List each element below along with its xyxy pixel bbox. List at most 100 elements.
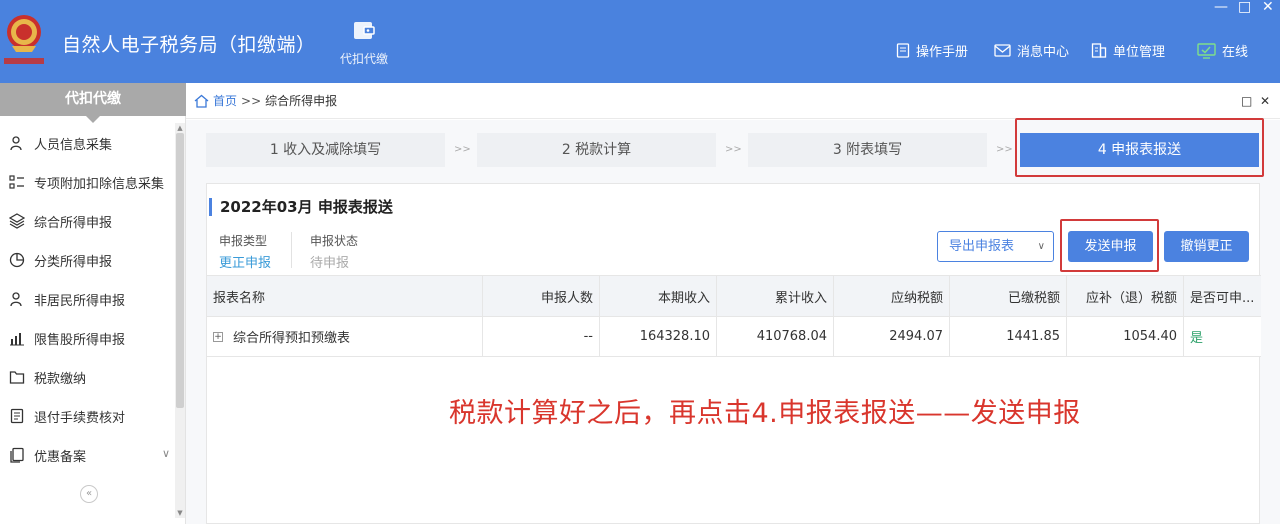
header-link-online-label: 在线 — [1222, 45, 1249, 60]
bar-chart-icon — [8, 329, 26, 347]
main-content: 1 收入及减除填写 >> 2 税款计算 >> 3 附表填写 >> 4 申报表报送… — [186, 118, 1280, 524]
minimize-button[interactable]: — — [1214, 0, 1228, 14]
sidebar-item-label: 综合所得申报 — [34, 215, 113, 231]
table-cell: 164328.10 — [600, 317, 717, 356]
wallet-icon — [354, 22, 375, 39]
export-report-dropdown[interactable]: 导出申报表 ∨ — [937, 231, 1054, 262]
header-link-online[interactable]: 在线 — [1197, 41, 1248, 60]
instruction-annotation: 税款计算好之后，再点击4.申报表报送——发送申报 — [449, 398, 1081, 429]
meta-divider — [291, 232, 292, 268]
report-panel: 2022年03月 申报表报送 申报类型 更正申报 申报状态 待申报 导出申报表 … — [206, 183, 1261, 524]
folder-icon — [8, 368, 26, 386]
sidebar-item-special-deduction[interactable]: 专项附加扣除信息采集 — [0, 163, 174, 201]
sidebar-item-label: 专项附加扣除信息采集 — [34, 176, 165, 192]
app-title: 自然人电子税务局（扣缴端） — [62, 34, 316, 56]
breadcrumb-home-link[interactable]: 首页 — [213, 92, 237, 109]
table-cell-report-name: + 综合所得预扣预缴表 — [207, 317, 483, 356]
report-name-text: 综合所得预扣预缴表 — [233, 331, 351, 346]
building-icon — [1091, 43, 1107, 58]
table-header: 报表名称 申报人数 本期收入 累计收入 应纳税额 已缴税额 应补（退）税额 是否… — [207, 275, 1261, 317]
step-separator: >> — [454, 144, 471, 155]
column-header: 是否可申... — [1190, 290, 1255, 306]
sidebar-item-tax-payment[interactable]: 税款缴纳 — [0, 358, 174, 396]
column-header: 已缴税额 — [950, 276, 1067, 316]
person-icon — [8, 134, 26, 152]
step-tax-calculation[interactable]: 2 税款计算 — [477, 133, 716, 167]
expand-row-icon[interactable]: + — [213, 331, 223, 342]
step-separator: >> — [996, 144, 1013, 155]
header-link-units[interactable]: 单位管理 — [1091, 41, 1165, 60]
tax-emblem-logo — [4, 15, 44, 64]
layers-icon — [8, 212, 26, 230]
header-link-messages-label: 消息中心 — [1017, 45, 1070, 60]
column-header: 应补（退）税额 — [1067, 276, 1184, 316]
sidebar-item-nonresident[interactable]: 非居民所得申报 — [0, 280, 174, 318]
sidebar-item-restricted-stock[interactable]: 限售股所得申报 — [0, 319, 174, 357]
mail-icon — [994, 44, 1011, 57]
sidebar-item-person-info[interactable]: 人员信息采集 — [0, 124, 174, 162]
step-schedule-fill[interactable]: 3 附表填写 — [748, 133, 987, 167]
declare-type-label: 申报类型 — [219, 234, 268, 248]
table-cell: 1054.40 — [1067, 317, 1184, 356]
sidebar-scrollbar[interactable]: ▲ ▼ — [175, 123, 185, 518]
step-submit-report[interactable]: 4 申报表报送 — [1020, 133, 1259, 167]
step-separator: >> — [725, 144, 742, 155]
declare-status-label: 申报状态 — [310, 234, 359, 248]
document-icon — [896, 43, 910, 58]
monitor-icon — [1197, 42, 1216, 59]
sidebar-item-preferential-filing[interactable]: 优惠备案 ∨ — [0, 436, 174, 474]
table-cell: 1441.85 — [950, 317, 1067, 356]
declare-type-value: 更正申报 — [219, 256, 272, 271]
sidebar: 代扣代缴 人员信息采集 专项附加扣除信息采集 综合所得申报 分类所得申报 非居民… — [0, 83, 186, 524]
nav-withholding-button[interactable]: 代扣代缴 — [328, 18, 400, 78]
breadcrumb-separator: >> — [241, 93, 262, 108]
header-link-units-label: 单位管理 — [1113, 45, 1166, 60]
sidebar-item-comprehensive-income[interactable]: 综合所得申报 — [0, 202, 174, 240]
scroll-up-icon[interactable]: ▲ — [175, 123, 185, 133]
table-cell: 410768.04 — [717, 317, 834, 356]
sidebar-item-label: 非居民所得申报 — [34, 293, 126, 309]
table-cell: 2494.07 — [834, 317, 950, 356]
table-row[interactable]: + 综合所得预扣预缴表 -- 164328.10 410768.04 2494.… — [207, 317, 1261, 357]
breadcrumb: 首页 >> 综合所得申报 □ ✕ — [186, 83, 1280, 119]
step-income-deduction[interactable]: 1 收入及减除填写 — [206, 133, 445, 167]
table-cell-can-declare: 是 — [1190, 331, 1204, 346]
copy-icon — [8, 446, 26, 464]
column-header: 累计收入 — [717, 276, 834, 316]
sidebar-item-refund-fee[interactable]: 退付手续费核对 — [0, 397, 174, 435]
sidebar-item-classified-income[interactable]: 分类所得申报 — [0, 241, 174, 279]
tab-close-button[interactable]: ✕ — [1260, 94, 1270, 108]
maximize-button[interactable]: □ — [1238, 0, 1251, 14]
panel-title: 2022年03月 申报表报送 — [209, 198, 393, 216]
person-icon — [8, 290, 26, 308]
sidebar-item-label: 限售股所得申报 — [34, 332, 126, 348]
send-declaration-button[interactable]: 发送申报 — [1068, 231, 1153, 262]
declare-status-value: 待申报 — [310, 256, 350, 271]
header-link-manual[interactable]: 操作手册 — [896, 41, 968, 60]
column-header: 报表名称 — [207, 276, 483, 316]
receipt-icon — [8, 407, 26, 425]
pie-chart-icon — [8, 251, 26, 269]
sidebar-item-label: 税款缴纳 — [34, 371, 87, 387]
app-header: 自然人电子税务局（扣缴端） 代扣代缴 操作手册 消息中心 单位管理 在线 — □… — [0, 0, 1280, 83]
home-icon[interactable] — [194, 94, 209, 108]
revoke-correction-button[interactable]: 撤销更正 — [1164, 231, 1249, 262]
sidebar-title: 代扣代缴 — [0, 83, 186, 123]
sidebar-item-label: 分类所得申报 — [34, 254, 113, 270]
export-report-label: 导出申报表 — [949, 239, 1015, 254]
tab-restore-button[interactable]: □ — [1241, 94, 1252, 108]
chevron-down-icon[interactable]: ∨ — [162, 447, 170, 460]
scrollbar-thumb[interactable] — [176, 133, 184, 408]
sidebar-item-label: 人员信息采集 — [34, 137, 113, 153]
chevron-down-icon: ∨ — [1037, 241, 1045, 252]
sidebar-item-label: 退付手续费核对 — [34, 410, 126, 426]
column-header: 应纳税额 — [834, 276, 950, 316]
scroll-down-icon[interactable]: ▼ — [175, 508, 185, 518]
close-button[interactable]: ✕ — [1262, 0, 1274, 14]
header-link-messages[interactable]: 消息中心 — [994, 41, 1069, 60]
list-icon — [8, 173, 26, 191]
header-link-manual-label: 操作手册 — [916, 45, 969, 60]
column-header: 申报人数 — [483, 276, 600, 316]
sidebar-collapse-button[interactable]: « — [80, 485, 98, 503]
column-header: 本期收入 — [600, 276, 717, 316]
